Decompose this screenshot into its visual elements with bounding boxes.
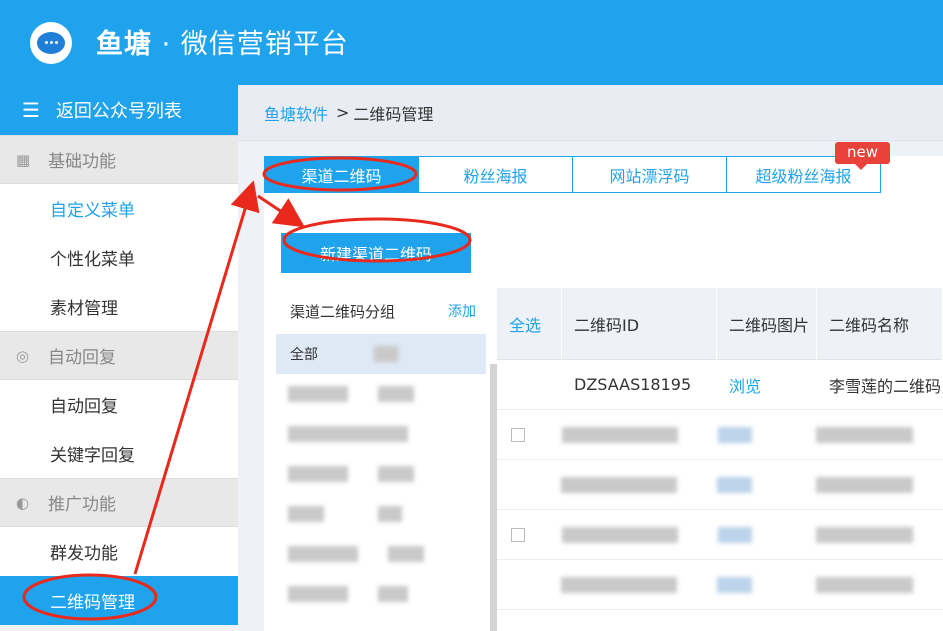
tab-fan-poster[interactable]: 粉丝海报 [418, 156, 573, 193]
promote-icon: ◐ [16, 493, 30, 512]
col-qrcode-name: 二维码名称 [817, 288, 943, 360]
sidebar-item-custom-menu[interactable]: 自定义菜单 [0, 184, 238, 233]
tab-channel-qrcode[interactable]: 渠道二维码 [264, 156, 419, 193]
sidebar-item-materials[interactable]: 素材管理 [0, 282, 238, 331]
group-list-header: 渠道二维码分组 添加 [276, 288, 486, 334]
table-row: DZSAAS18195 浏览 李雪莲的二维码 [497, 360, 943, 410]
brand-subtitle: 微信营销平台 [180, 29, 349, 60]
table-row [497, 510, 943, 560]
sidebar-item-qrcode[interactable]: 二维码管理 [0, 576, 238, 625]
back-to-accounts-button[interactable]: ☰ 返回公众号列表 [0, 85, 238, 135]
sidebar-group-autoreply: ◎ 自动回复 [0, 331, 238, 380]
row-checkbox[interactable] [511, 427, 525, 442]
group-item[interactable] [276, 374, 486, 414]
sidebar-item-personal-menu[interactable]: 个性化菜单 [0, 233, 238, 282]
breadcrumb-current: 二维码管理 [353, 104, 434, 124]
col-qrcode-image: 二维码图片 [717, 288, 817, 360]
chat-icon: ◎ [16, 346, 30, 365]
group-item[interactable] [276, 534, 486, 574]
tab-floating-code[interactable]: 网站漂浮码 [572, 156, 727, 193]
group-label: 推广功能 [48, 495, 116, 515]
new-channel-qrcode-button[interactable]: 新建渠道二维码 [281, 233, 471, 273]
sidebar-item-broadcast[interactable]: 群发功能 [0, 527, 238, 576]
qrcode-panel: 渠道二维码 粉丝海报 网站漂浮码 超级粉丝海报 new 新建渠道二维码 渠道二维… [264, 142, 943, 631]
add-group-link[interactable]: 添加 [448, 301, 476, 321]
tab-bar: 渠道二维码 粉丝海报 网站漂浮码 超级粉丝海报 [264, 156, 881, 193]
sidebar-item-auto-reply[interactable]: 自动回复 [0, 380, 238, 429]
sidebar-item-keyword-reply[interactable]: 关键字回复 [0, 429, 238, 478]
brand-dot: · [161, 29, 172, 60]
table-row [497, 560, 943, 610]
back-label: 返回公众号列表 [55, 101, 182, 122]
brand-title: 鱼塘 · 微信营销平台 [96, 22, 349, 61]
table-header: 全选 二维码ID 二维码图片 二维码名称 [497, 288, 943, 360]
col-qrcode-id: 二维码ID [562, 288, 717, 360]
group-list-title: 渠道二维码分组 [290, 302, 396, 321]
group-item[interactable] [276, 414, 486, 454]
qrcode-id: DZSAAS18195 [574, 375, 692, 394]
row-checkbox[interactable] [511, 527, 525, 542]
brand-name: 鱼塘 [96, 29, 152, 60]
group-label: 基础功能 [48, 152, 116, 172]
sidebar-group-promote: ◐ 推广功能 [0, 478, 238, 527]
list-icon: ☰ [22, 98, 40, 122]
group-list: 渠道二维码分组 添加 全部 [276, 288, 486, 631]
group-label: 自动回复 [48, 348, 116, 368]
table-row [497, 460, 943, 510]
qrcode-name: 李雪莲的二维码 [829, 376, 942, 396]
main-content: 鱼塘软件 > 二维码管理 渠道二维码 粉丝海报 网站漂浮码 超级粉丝海报 new… [238, 85, 943, 631]
breadcrumb-root[interactable]: 鱼塘软件 [264, 101, 328, 125]
redacted-count [374, 346, 398, 362]
logo-icon [30, 22, 72, 64]
group-item[interactable] [276, 494, 486, 534]
top-header: 鱼塘 · 微信营销平台 [0, 0, 943, 85]
sidebar-group-basic: ▦ 基础功能 [0, 135, 238, 184]
group-item[interactable] [276, 574, 486, 614]
breadcrumb: 鱼塘软件 > 二维码管理 [238, 85, 943, 141]
qrcode-table: 全选 二维码ID 二维码图片 二维码名称 DZSAAS18195 浏览 李雪莲的… [497, 288, 943, 631]
breadcrumb-sep: > [336, 103, 350, 122]
group-all-label: 全部 [290, 347, 318, 363]
select-all-link[interactable]: 全选 [497, 288, 562, 360]
view-image-link[interactable]: 浏览 [717, 373, 817, 397]
table-row [497, 410, 943, 460]
group-item-all[interactable]: 全部 [276, 334, 486, 374]
group-list-scrollbar[interactable] [490, 364, 497, 631]
new-badge: new [835, 142, 891, 170]
sidebar: ☰ 返回公众号列表 ▦ 基础功能 自定义菜单 个性化菜单 素材管理 ◎ 自动回复… [0, 85, 238, 631]
group-item[interactable] [276, 454, 486, 494]
grid-icon: ▦ [16, 150, 31, 169]
